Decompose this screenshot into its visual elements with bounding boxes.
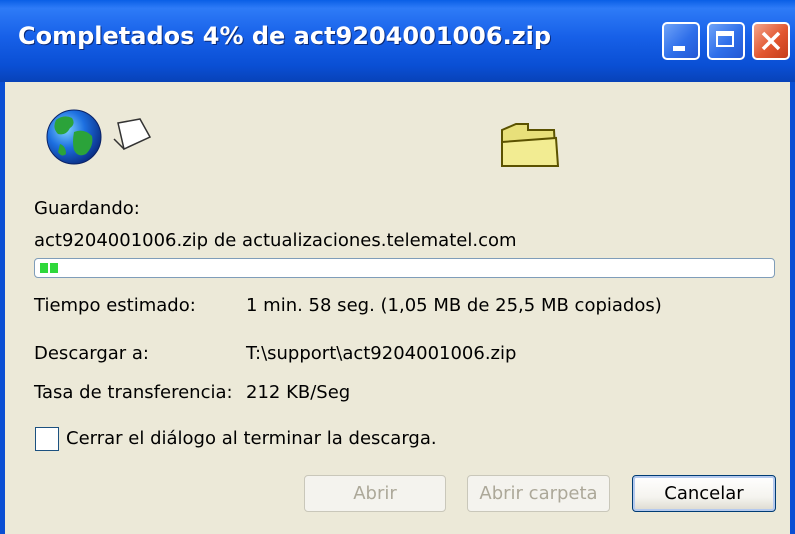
close-on-finish-label[interactable]: Cerrar el diálogo al terminar la descarg…: [66, 428, 437, 449]
close-on-finish-checkbox[interactable]: [35, 427, 59, 451]
destination-label: Descargar a:: [34, 343, 149, 364]
saving-label: Guardando:: [34, 198, 140, 219]
minimize-icon: [673, 46, 685, 51]
window-border-left: [0, 82, 5, 534]
progress-block: [40, 263, 48, 273]
folder-icon: [501, 123, 560, 167]
globe-icon: [46, 109, 102, 165]
minimize-button[interactable]: [662, 22, 700, 60]
estimated-value: 1 min. 58 seg. (1,05 MB de 25,5 MB copia…: [246, 295, 662, 316]
window-title: Completados 4% de act9204001006.zip: [18, 22, 552, 50]
maximize-button[interactable]: [707, 22, 745, 60]
window-border-right: [790, 82, 795, 534]
cancel-button[interactable]: Cancelar: [632, 475, 776, 512]
rate-value: 212 KB/Seg: [246, 382, 351, 403]
open-button[interactable]: Abrir: [304, 475, 446, 512]
title-bar[interactable]: Completados 4% de act9204001006.zip: [0, 0, 795, 82]
progress-block: [50, 263, 58, 273]
estimated-label: Tiempo estimado:: [34, 295, 196, 316]
close-button[interactable]: [752, 22, 790, 60]
close-icon: [761, 31, 781, 51]
rate-label: Tasa de transferencia:: [34, 382, 233, 403]
progress-bar: [34, 258, 775, 278]
source-line: act9204001006.zip de actualizaciones.tel…: [34, 230, 517, 251]
open-folder-button[interactable]: Abrir carpeta: [467, 475, 610, 512]
document-icon: [113, 118, 152, 151]
destination-value: T:\support\act9204001006.zip: [246, 343, 517, 364]
maximize-icon: [716, 31, 734, 47]
